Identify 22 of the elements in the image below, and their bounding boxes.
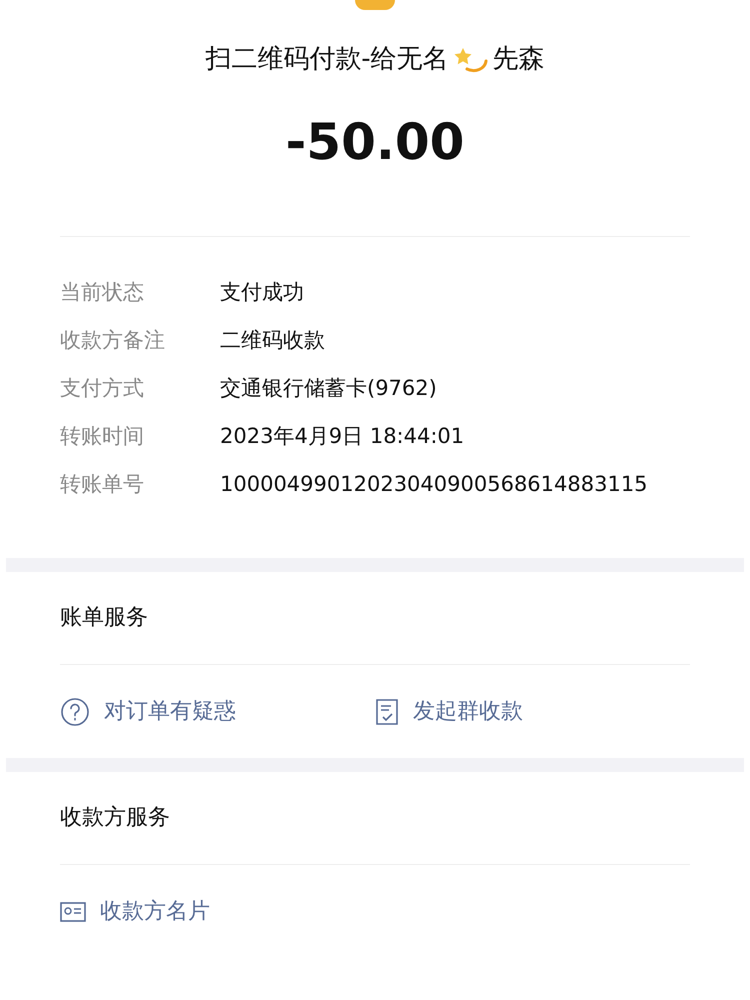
detail-label: 转账时间: [60, 423, 145, 450]
payment-title: 扫二维码付款-给无名: [205, 43, 449, 76]
detail-label: 收款方备注: [60, 327, 166, 354]
service-link[interactable]: 发起群收款: [375, 695, 690, 728]
detail-label: 当前状态: [60, 279, 145, 306]
detail-label: 转账单号: [60, 471, 145, 498]
section-title: 账单服务: [60, 604, 149, 632]
document-check-icon: [375, 698, 399, 726]
help-icon: [60, 696, 90, 726]
detail-label: 支付方式: [60, 375, 145, 402]
detail-value: 支付成功: [220, 279, 305, 306]
detail-value: 二维码收款: [220, 327, 326, 354]
service-link[interactable]: 对订单有疑惑: [60, 695, 375, 728]
amount: -50.00: [286, 112, 464, 173]
detail-value: 10000499012023040900568614883115: [220, 471, 649, 498]
payee-name: 先森: [492, 43, 545, 76]
detail-value: 2023年4月9日 18:44:01: [220, 423, 466, 450]
avatar: [355, 0, 395, 10]
service-link[interactable]: 收款方名片: [60, 895, 375, 928]
section-title: 收款方服务: [60, 804, 171, 832]
contact-card-icon: [60, 900, 86, 922]
detail-value: 交通银行储蓄卡(9762): [220, 375, 438, 402]
